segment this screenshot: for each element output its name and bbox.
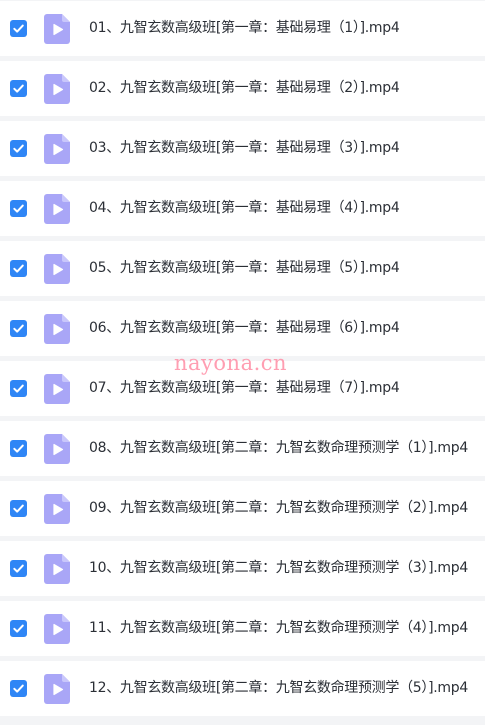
select-checkbox[interactable] <box>10 200 27 217</box>
file-row[interactable]: 01、九智玄数高级班[第一章：基础易理（1）].mp4 <box>0 1 485 56</box>
video-file-icon <box>44 14 70 44</box>
video-file-icon <box>44 494 70 524</box>
checkmark-icon <box>13 444 24 453</box>
file-row[interactable]: 09、九智玄数高级班[第二章：九智玄数命理预测学（2）].mp4 <box>0 481 485 536</box>
file-row[interactable]: 04、九智玄数高级班[第一章：基础易理（4）].mp4 <box>0 181 485 236</box>
file-name[interactable]: 07、九智玄数高级班[第一章：基础易理（7）].mp4 <box>89 378 400 398</box>
file-row[interactable]: 10、九智玄数高级班[第二章：九智玄数命理预测学（3）].mp4 <box>0 541 485 596</box>
checkmark-icon <box>13 324 24 333</box>
file-list: 01、九智玄数高级班[第一章：基础易理（1）].mp4 02、九智玄数高级班[第一… <box>0 0 485 725</box>
checkmark-icon <box>13 624 24 633</box>
checkmark-icon <box>13 84 24 93</box>
file-row[interactable]: 02、九智玄数高级班[第一章：基础易理（2）].mp4 <box>0 61 485 116</box>
file-name[interactable]: 12、九智玄数高级班[第二章：九智玄数命理预测学（5）].mp4 <box>89 678 468 698</box>
select-checkbox[interactable] <box>10 260 27 277</box>
file-row[interactable]: 07、九智玄数高级班[第一章：基础易理（7）].mp4 <box>0 361 485 416</box>
file-name[interactable]: 11、九智玄数高级班[第二章：九智玄数命理预测学（4）].mp4 <box>89 618 468 638</box>
file-name[interactable]: 03、九智玄数高级班[第一章：基础易理（3）].mp4 <box>89 138 400 158</box>
checkmark-icon <box>13 684 24 693</box>
file-row[interactable]: 06、九智玄数高级班[第一章：基础易理（6）].mp4 <box>0 301 485 356</box>
file-name[interactable]: 04、九智玄数高级班[第一章：基础易理（4）].mp4 <box>89 198 400 218</box>
file-row[interactable]: 12、九智玄数高级班[第二章：九智玄数命理预测学（5）].mp4 <box>0 661 485 716</box>
select-checkbox[interactable] <box>10 140 27 157</box>
select-checkbox[interactable] <box>10 620 27 637</box>
video-file-icon <box>44 554 70 584</box>
checkmark-icon <box>13 564 24 573</box>
file-name[interactable]: 05、九智玄数高级班[第一章：基础易理（5）].mp4 <box>89 258 400 278</box>
checkmark-icon <box>13 204 24 213</box>
select-checkbox[interactable] <box>10 500 27 517</box>
video-file-icon <box>44 194 70 224</box>
video-file-icon <box>44 314 70 344</box>
file-row[interactable]: 11、九智玄数高级班[第二章：九智玄数命理预测学（4）].mp4 <box>0 601 485 656</box>
file-row[interactable]: 03、九智玄数高级班[第一章：基础易理（3）].mp4 <box>0 121 485 176</box>
checkmark-icon <box>13 384 24 393</box>
file-name[interactable]: 09、九智玄数高级班[第二章：九智玄数命理预测学（2）].mp4 <box>89 498 468 518</box>
file-name[interactable]: 01、九智玄数高级班[第一章：基础易理（1）].mp4 <box>89 18 400 38</box>
video-file-icon <box>44 374 70 404</box>
file-name[interactable]: 08、九智玄数高级班[第二章：九智玄数命理预测学（1）].mp4 <box>89 438 468 458</box>
video-file-icon <box>44 254 70 284</box>
file-name[interactable]: 06、九智玄数高级班[第一章：基础易理（6）].mp4 <box>89 318 400 338</box>
video-file-icon <box>44 434 70 464</box>
select-checkbox[interactable] <box>10 440 27 457</box>
checkmark-icon <box>13 144 24 153</box>
file-name[interactable]: 10、九智玄数高级班[第二章：九智玄数命理预测学（3）].mp4 <box>89 558 468 578</box>
select-checkbox[interactable] <box>10 380 27 397</box>
checkmark-icon <box>13 24 24 33</box>
select-checkbox[interactable] <box>10 80 27 97</box>
video-file-icon <box>44 614 70 644</box>
file-row[interactable]: 08、九智玄数高级班[第二章：九智玄数命理预测学（1）].mp4 <box>0 421 485 476</box>
select-checkbox[interactable] <box>10 680 27 697</box>
file-name[interactable]: 02、九智玄数高级班[第一章：基础易理（2）].mp4 <box>89 78 400 98</box>
video-file-icon <box>44 134 70 164</box>
select-checkbox[interactable] <box>10 320 27 337</box>
checkmark-icon <box>13 504 24 513</box>
video-file-icon <box>44 674 70 704</box>
checkmark-icon <box>13 264 24 273</box>
video-file-icon <box>44 74 70 104</box>
select-checkbox[interactable] <box>10 560 27 577</box>
file-row[interactable]: 05、九智玄数高级班[第一章：基础易理（5）].mp4 <box>0 241 485 296</box>
select-checkbox[interactable] <box>10 20 27 37</box>
